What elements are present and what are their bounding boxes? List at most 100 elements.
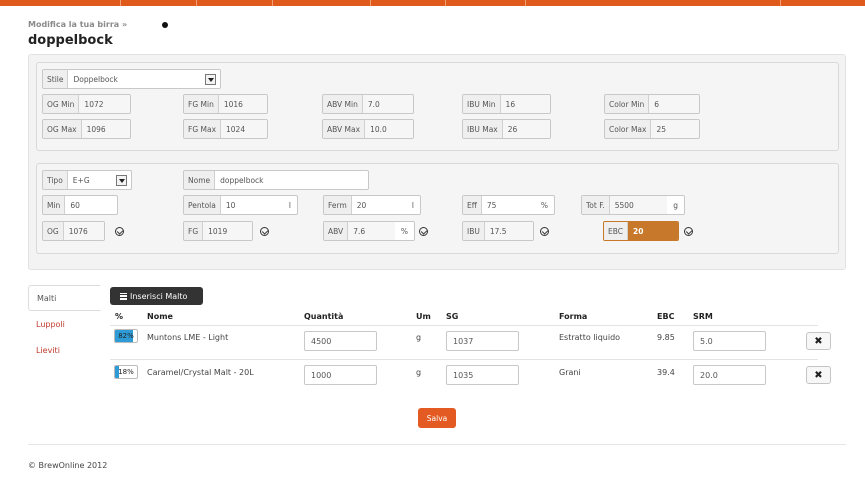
remove-row-button[interactable]: ✖ <box>806 366 831 384</box>
malt-name: Caramel/Crystal Malt - 20L <box>147 368 254 377</box>
style-fieldset: Stile Doppelbock OG Min 1072 OG Max 1096… <box>36 62 839 151</box>
dropdown-arrow-icon[interactable] <box>205 73 216 85</box>
percent-bar: 18% <box>114 365 138 379</box>
sg-input[interactable]: 1037 <box>446 331 519 351</box>
eff-input[interactable]: 75 <box>482 196 535 214</box>
style-select[interactable]: Stile Doppelbock <box>42 69 221 89</box>
ingredient-tabs: Malti Luppoli Lieviti <box>28 285 101 363</box>
check-circle-icon <box>115 227 124 236</box>
color-max-value: 25 <box>651 120 699 138</box>
forma-label: Estratto liquido <box>559 333 621 342</box>
style-label: Stile <box>43 70 69 88</box>
col-header-nome: Nome <box>147 312 173 321</box>
ferm-input[interactable]: 20 <box>352 196 406 214</box>
remove-row-button[interactable]: ✖ <box>806 332 831 350</box>
abv-min-label: ABV Min <box>323 95 363 113</box>
ibu-field: IBU 17.5 <box>462 221 534 241</box>
ibu-label: IBU <box>463 222 485 240</box>
abv-field: ABV 7.6 % <box>323 221 415 241</box>
dropdown-arrow-icon[interactable] <box>116 174 127 186</box>
list-icon <box>120 292 127 300</box>
fg-min-label: FG Min <box>184 95 219 113</box>
add-malt-label: Inserisci Malto <box>130 291 188 301</box>
footer-copyright: © BrewOnline 2012 <box>28 461 108 470</box>
og-min-field: OG Min 1072 <box>42 94 131 114</box>
pentola-unit: l <box>288 200 291 210</box>
col-header-um: Um <box>416 312 431 321</box>
pentola-input[interactable]: 10 <box>221 196 283 214</box>
og-max-value: 1096 <box>81 120 130 138</box>
og-max-label: OG Max <box>43 120 82 138</box>
min-field[interactable]: Min 60 <box>42 195 118 215</box>
og-min-label: OG Min <box>43 95 80 113</box>
close-icon: ✖ <box>814 335 823 347</box>
tab-luppoli[interactable]: Luppoli <box>28 311 101 337</box>
page-title: doppelbock <box>28 33 113 48</box>
ibu-value: 17.5 <box>484 222 533 240</box>
ferm-field[interactable]: Ferm 20 l <box>323 195 421 215</box>
color-min-field: Color Min 6 <box>604 94 700 114</box>
min-input[interactable]: 60 <box>65 196 117 214</box>
tab-lieviti[interactable]: Lieviti <box>28 337 101 363</box>
tot-f-value: 5500 <box>609 196 668 214</box>
ebc-label: 9.85 <box>657 333 675 342</box>
fg-label: FG <box>184 222 204 240</box>
breadcrumb[interactable]: Modifica la tua birra » <box>28 20 127 29</box>
col-header-quantita: Quantità <box>304 312 344 321</box>
ebc-color-swatch: 20 <box>628 222 678 240</box>
abv-label: ABV <box>324 222 349 240</box>
fg-min-field: FG Min 1016 <box>183 94 268 114</box>
tot-f-unit: g <box>673 200 678 210</box>
srm-input[interactable]: 20.0 <box>693 365 766 385</box>
ebc-label: 39.4 <box>657 368 675 377</box>
percent-bar: 82% <box>114 329 138 343</box>
og-value: 1076 <box>63 222 104 240</box>
nome-field[interactable]: Nome doppelbock <box>183 170 369 190</box>
percent-label: 82% <box>118 332 134 340</box>
row-divider <box>110 325 818 326</box>
nome-input[interactable]: doppelbock <box>215 171 368 189</box>
fg-value: 1019 <box>203 222 252 240</box>
save-button[interactable]: Salva <box>418 408 456 428</box>
tab-malti[interactable]: Malti <box>28 285 101 311</box>
quantity-input[interactable]: 1000 <box>304 365 377 385</box>
sg-input[interactable]: 1035 <box>446 365 519 385</box>
srm-input[interactable]: 5.0 <box>693 331 766 351</box>
abv-max-field: ABV Max 10.0 <box>322 119 414 139</box>
col-header-ebc: EBC <box>657 312 675 321</box>
color-min-value: 6 <box>649 95 699 113</box>
og-max-field: OG Max 1096 <box>42 119 131 139</box>
col-header-percent: % <box>115 312 124 321</box>
pentola-field[interactable]: Pentola 10 l <box>183 195 298 215</box>
ferm-label: Ferm <box>324 196 352 214</box>
pentola-label: Pentola <box>184 196 221 214</box>
tipo-select[interactable]: Tipo E+G <box>42 170 132 190</box>
ferm-unit: l <box>411 200 414 210</box>
og-min-value: 1072 <box>79 95 130 113</box>
add-malt-button[interactable]: Inserisci Malto <box>110 287 203 305</box>
col-header-forma: Forma <box>559 312 588 321</box>
ibu-max-value: 26 <box>502 120 550 138</box>
recipe-fieldset: Tipo E+G Nome doppelbock Min 60 Pentola … <box>36 163 839 254</box>
malt-name: Muntons LME - Light <box>147 333 229 342</box>
nome-label: Nome <box>184 171 216 189</box>
row-divider <box>110 359 818 360</box>
ebc-label: EBC <box>604 222 628 240</box>
fg-max-value: 1024 <box>221 120 267 138</box>
abv-value: 7.6 <box>348 222 395 240</box>
eff-unit: % <box>540 200 548 210</box>
color-max-field: Color Max 25 <box>604 119 700 139</box>
forma-label: Grani <box>559 368 581 377</box>
check-circle-icon <box>419 227 428 236</box>
tipo-value: E+G <box>72 175 90 185</box>
unit-label: g <box>416 368 422 377</box>
col-header-sg: SG <box>446 312 459 321</box>
ebc-field: EBC 20 <box>603 221 679 241</box>
ibu-min-value: 16 <box>500 95 550 113</box>
unit-label: g <box>416 333 422 342</box>
quantity-input[interactable]: 4500 <box>304 331 377 351</box>
percent-label: 18% <box>118 368 134 376</box>
beer-settings-panel: Stile Doppelbock OG Min 1072 OG Max 1096… <box>28 54 846 270</box>
eff-field[interactable]: Eff 75 % <box>462 195 555 215</box>
fg-field: FG 1019 <box>183 221 253 241</box>
